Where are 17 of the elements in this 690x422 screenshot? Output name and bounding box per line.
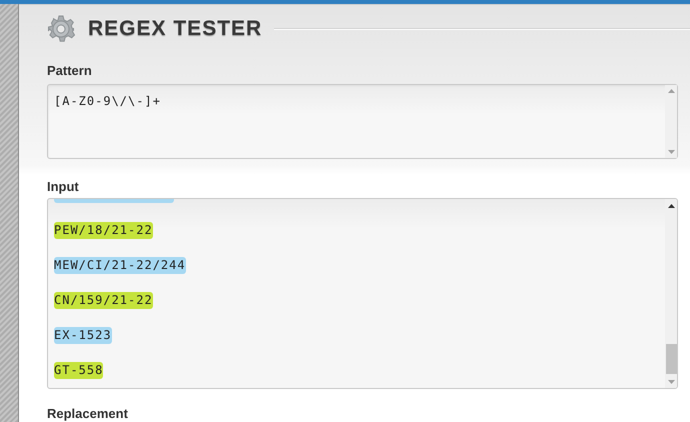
field-label: Pattern xyxy=(47,62,92,80)
match-highlight: PEW/18/21-22 xyxy=(54,222,153,239)
field-label: Input xyxy=(47,178,79,196)
scrollbar-thumb[interactable] xyxy=(666,344,676,374)
match-highlight: CN/159/21-22 xyxy=(54,292,153,309)
match-highlight: GT-558 xyxy=(54,362,104,379)
pattern-field[interactable]: [A-Z0-9\/\-]+ xyxy=(47,84,678,158)
scroll-down-icon[interactable] xyxy=(668,380,674,384)
pattern-text: [A-Z0-9\/\-]+ xyxy=(54,92,161,110)
match-highlight: EX-1523 xyxy=(54,327,112,344)
scroll-down-icon[interactable] xyxy=(668,150,674,154)
settings-icon xyxy=(46,14,76,44)
app-title: REGEX TESTER xyxy=(88,16,262,42)
input-field[interactable]: PEW/18/21-22 MEW/CI/21-22/244 CN/159/21-22 EX-1523 GT-558 xyxy=(47,198,678,389)
scroll-up-icon[interactable] xyxy=(668,204,674,208)
field-label: Replacement xyxy=(47,406,128,422)
match-highlight: MEW/CI/21-22/244 xyxy=(54,257,186,274)
